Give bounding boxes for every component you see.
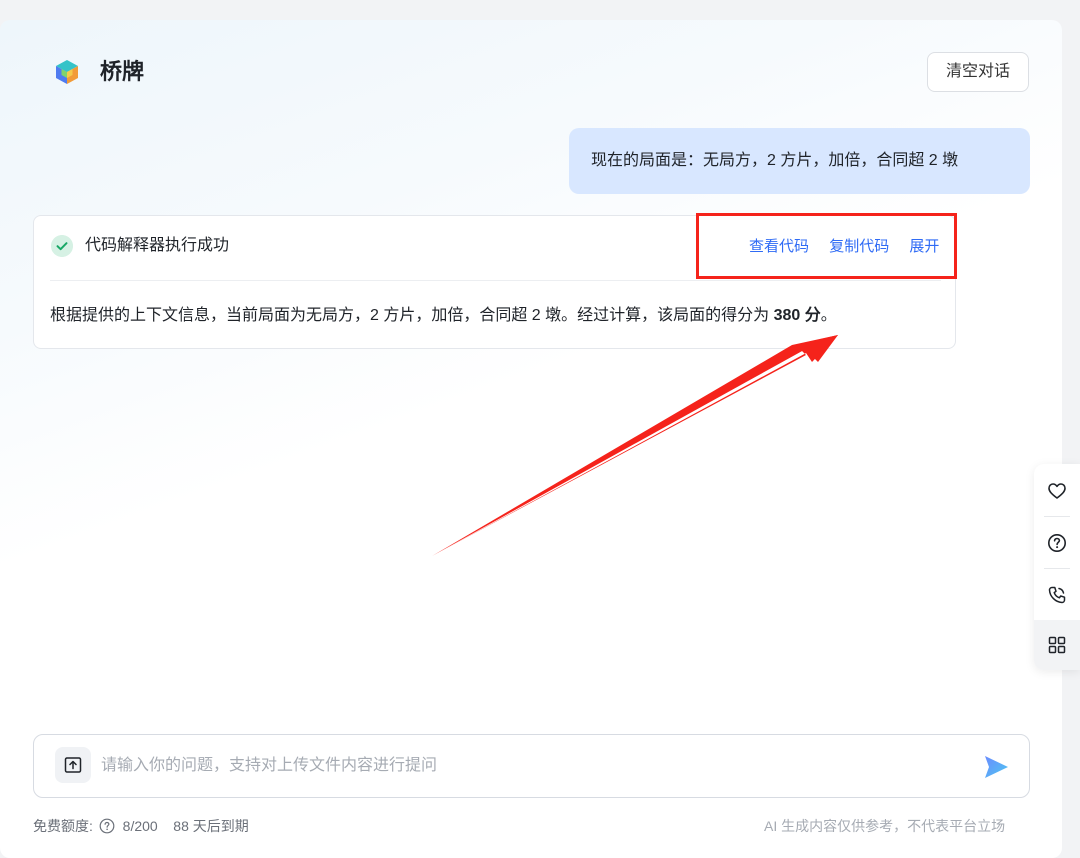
help-button[interactable] <box>1034 518 1080 568</box>
top-strip <box>0 0 1080 20</box>
rail-divider <box>1044 516 1070 517</box>
quota-usage: 8/200 <box>122 818 158 834</box>
tool-status-text: 代码解释器执行成功 <box>85 237 230 254</box>
chat-input-box <box>33 734 1030 798</box>
apps-grid-icon <box>1048 636 1066 654</box>
quota-expiry: 88 天后到期 <box>173 818 249 834</box>
phone-icon <box>1048 586 1066 604</box>
send-icon[interactable] <box>981 752 1011 782</box>
answer-text-prefix: 根据提供的上下文信息，当前局面为无局方，2 方片，加倍，合同超 2 墩。经过计算… <box>50 307 774 324</box>
rail-divider <box>1044 568 1070 569</box>
quota-label: 免费额度: <box>33 818 93 834</box>
help-icon <box>1048 534 1066 552</box>
check-circle-icon <box>51 235 73 257</box>
heart-icon <box>1048 483 1066 499</box>
contact-button[interactable] <box>1034 570 1080 620</box>
ai-disclaimer: AI 生成内容仅供参考，不代表平台立场 <box>764 818 1006 834</box>
chat-input[interactable] <box>101 751 961 781</box>
clear-conversation-button[interactable]: 清空对话 <box>927 52 1029 92</box>
app-title: 桥牌 <box>100 59 145 84</box>
upload-file-button[interactable] <box>55 747 91 783</box>
help-icon[interactable] <box>99 818 115 834</box>
quota-info: 免费额度: 8/200 88 天后到期 <box>33 816 249 836</box>
answer-score: 380 分 <box>773 307 821 324</box>
annotation-highlight-box <box>696 213 957 279</box>
user-message: 现在的局面是：无局方，2 方片，加倍，合同超 2 墩 <box>569 128 1030 194</box>
app-logo <box>56 60 78 84</box>
favorite-button[interactable] <box>1034 466 1080 516</box>
assistant-answer: 根据提供的上下文信息，当前局面为无局方，2 方片，加倍，合同超 2 墩。经过计算… <box>50 304 837 328</box>
side-rail <box>1034 464 1080 670</box>
apps-button[interactable] <box>1034 620 1080 670</box>
upload-icon <box>64 757 82 773</box>
answer-text-suffix: 。 <box>820 307 837 324</box>
